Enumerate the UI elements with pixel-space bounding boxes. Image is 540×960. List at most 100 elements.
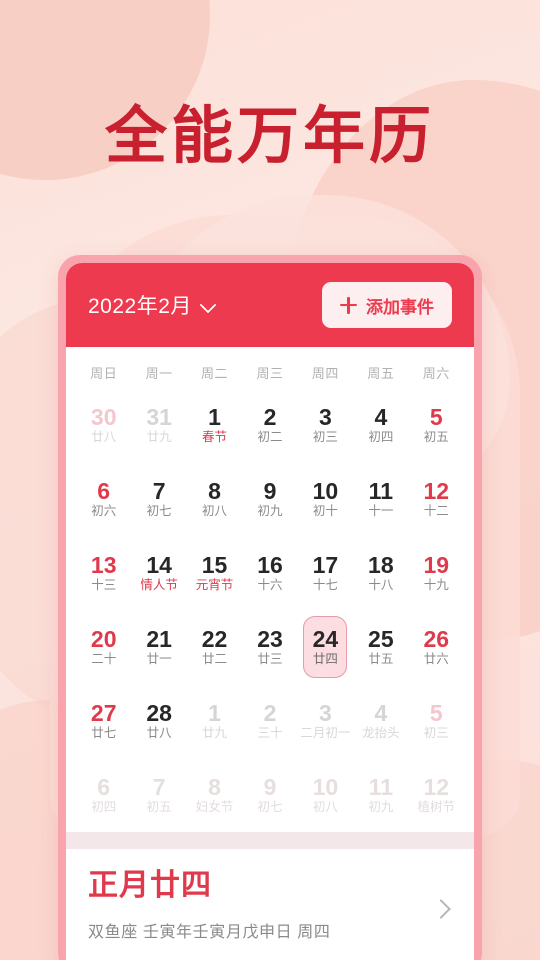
day-cell[interactable]: 10 初十 [298, 462, 353, 536]
day-cell-inner: 20 二十 [82, 616, 126, 678]
plus-icon [340, 296, 357, 314]
day-cell[interactable]: 30 廿八 [76, 388, 131, 462]
day-cell-inner: 9 初九 [248, 468, 292, 530]
day-cell[interactable]: 1 廿九 [187, 684, 242, 758]
lunar-label: 初四 [368, 430, 394, 445]
day-number: 31 [146, 404, 172, 431]
day-cell[interactable]: 18 十八 [353, 536, 408, 610]
day-cell[interactable]: 5 初五 [409, 388, 464, 462]
chevron-right-icon[interactable] [434, 901, 450, 917]
day-cell-inner: 6 初六 [82, 468, 126, 530]
lunar-label: 廿九 [146, 430, 172, 445]
lunar-label: 廿二 [202, 652, 228, 667]
lunar-label: 十七 [312, 578, 338, 593]
day-cell[interactable]: 5 初三 [409, 684, 464, 758]
day-number: 1 [208, 404, 221, 431]
day-cell[interactable]: 1 春节 [187, 388, 242, 462]
day-number: 22 [201, 626, 228, 653]
festival-label: 植树节 [417, 800, 456, 815]
day-number: 4 [374, 404, 388, 431]
day-number: 8 [208, 478, 221, 505]
day-cell[interactable]: 20 二十 [76, 610, 131, 684]
day-cell[interactable]: 15 元宵节 [187, 536, 242, 610]
day-cell[interactable]: 22 廿二 [187, 610, 242, 684]
day-number: 24 [312, 626, 339, 653]
weekday-label: 周四 [311, 366, 339, 381]
day-number: 6 [97, 478, 111, 505]
day-cell[interactable]: 4 龙抬头 [353, 684, 408, 758]
day-cell[interactable]: 21 廿一 [131, 610, 186, 684]
day-cell[interactable]: 6 初六 [76, 462, 131, 536]
day-number: 12 [423, 774, 450, 801]
day-number: 9 [263, 774, 277, 801]
add-event-button[interactable]: 添加事件 [322, 282, 452, 328]
day-cell[interactable]: 11 初九 [353, 758, 408, 832]
day-cell[interactable]: 27 廿七 [76, 684, 131, 758]
day-cell[interactable]: 2 初二 [242, 388, 297, 462]
festival-label: 元宵节 [195, 578, 234, 593]
day-number: 2 [263, 404, 277, 431]
day-cell[interactable]: 6 初四 [76, 758, 131, 832]
day-detail-panel[interactable]: 正月廿四 双鱼座 壬寅年壬寅月戊申日 周四 [66, 849, 474, 960]
day-cell-inner: 2 初二 [248, 394, 292, 456]
day-number: 12 [423, 478, 450, 505]
lunar-label: 十三 [91, 578, 117, 593]
festival-label: 春节 [202, 430, 228, 445]
day-cell[interactable]: 4 初四 [353, 388, 408, 462]
day-number: 20 [90, 626, 117, 653]
day-cell-inner: 1 廿九 [193, 690, 237, 752]
day-cell-inner: 18 十八 [359, 542, 403, 604]
day-cell-inner: 8 妇女节 [193, 764, 237, 826]
day-cell-inner: 3 初三 [303, 394, 347, 456]
day-number: 9 [263, 478, 277, 505]
day-number: 11 [368, 774, 393, 801]
day-cell[interactable]: 12 植树节 [409, 758, 464, 832]
lunar-label: 三十 [257, 726, 283, 741]
day-cell[interactable]: 9 初九 [242, 462, 297, 536]
day-cell[interactable]: 3 二月初一 [298, 684, 353, 758]
day-number: 18 [368, 552, 394, 579]
lunar-label: 初四 [91, 800, 117, 815]
day-cell-inner: 28 廿八 [137, 690, 181, 752]
day-cell-inner: 14 情人节 [137, 542, 181, 604]
day-cell[interactable]: 23 廿三 [242, 610, 297, 684]
day-number: 28 [146, 700, 172, 727]
day-cell[interactable]: 14 情人节 [131, 536, 186, 610]
day-cell-selected[interactable]: 24 廿四 [298, 610, 353, 684]
day-number: 10 [312, 774, 339, 801]
day-cell-inner: 2 三十 [248, 690, 292, 752]
day-cell-inner: 6 初四 [82, 764, 126, 826]
day-cell[interactable]: 7 初七 [131, 462, 186, 536]
day-cell[interactable]: 12 十二 [409, 462, 464, 536]
day-cell[interactable]: 25 廿五 [353, 610, 408, 684]
day-cell[interactable]: 31 廿九 [131, 388, 186, 462]
lunar-label: 廿八 [146, 726, 172, 741]
day-cell[interactable]: 11 十一 [353, 462, 408, 536]
day-cell[interactable]: 9 初七 [242, 758, 297, 832]
day-number: 10 [312, 478, 339, 505]
day-cell[interactable]: 28 廿八 [131, 684, 186, 758]
day-cell-inner: 30 廿八 [82, 394, 126, 456]
day-cell[interactable]: 3 初三 [298, 388, 353, 462]
day-cell[interactable]: 10 初八 [298, 758, 353, 832]
lunar-label: 初五 [146, 800, 172, 815]
weekday-label: 周三 [256, 366, 284, 381]
day-number: 14 [146, 552, 172, 579]
day-cell[interactable]: 19 十九 [409, 536, 464, 610]
day-cell[interactable]: 8 妇女节 [187, 758, 242, 832]
day-cell-inner: 5 初三 [414, 690, 458, 752]
day-cell-inner: 11 十一 [359, 468, 403, 530]
day-number: 16 [257, 552, 283, 579]
day-cell[interactable]: 8 初八 [187, 462, 242, 536]
day-cell[interactable]: 26 廿六 [409, 610, 464, 684]
day-cell[interactable]: 7 初五 [131, 758, 186, 832]
lunar-label: 十一 [368, 504, 394, 519]
day-cell[interactable]: 13 十三 [76, 536, 131, 610]
day-cell[interactable]: 17 十七 [298, 536, 353, 610]
lunar-label: 初七 [257, 800, 283, 815]
month-selector[interactable]: 2022年2月 [88, 290, 216, 320]
lunar-label: 廿五 [368, 652, 394, 667]
day-cell[interactable]: 2 三十 [242, 684, 297, 758]
lunar-label: 廿四 [312, 652, 338, 667]
day-cell[interactable]: 16 十六 [242, 536, 297, 610]
